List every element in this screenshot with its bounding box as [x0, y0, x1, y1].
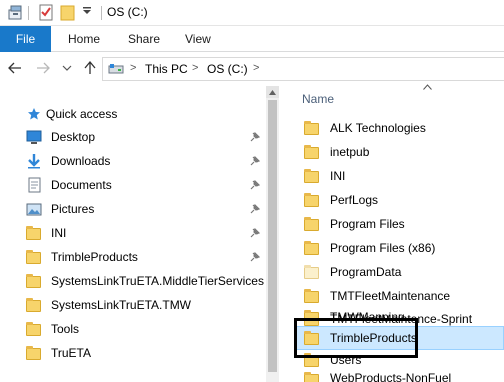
- properties-icon[interactable]: [8, 4, 24, 21]
- list-item[interactable]: PerfLogs: [296, 188, 504, 212]
- folder-icon: [304, 217, 320, 231]
- pin-icon[interactable]: [250, 251, 261, 262]
- navigation-pane: Quick access Desktop Downloads Documents…: [0, 86, 282, 382]
- folder-icon: [304, 241, 320, 255]
- list-item-label: TMTFleetMaintenance: [330, 289, 451, 303]
- quick-access-label: Quick access: [46, 107, 118, 121]
- folder-icon: [26, 297, 42, 313]
- annotation-highlight-box: [294, 318, 418, 358]
- nav-item-ini[interactable]: INI: [26, 222, 268, 244]
- nav-item-label: Downloads: [51, 154, 111, 168]
- new-folder-icon[interactable]: [60, 4, 76, 21]
- pictures-icon: [26, 201, 42, 217]
- ribbon-tabs: File Home Share View: [0, 26, 504, 52]
- desktop-icon: [26, 129, 42, 145]
- nav-item-label: TrimbleProducts: [51, 250, 138, 264]
- nav-item-label: Pictures: [51, 202, 95, 216]
- breadcrumb-separator: >: [130, 62, 137, 74]
- list-item-label: INI: [330, 169, 346, 183]
- list-item[interactable]: Program Files (x86): [296, 236, 504, 260]
- nav-item-label: SystemsLinkTruETA.TMW: [51, 298, 192, 312]
- title-bar: OS (C:): [0, 0, 504, 26]
- folder-icon: [304, 289, 320, 303]
- folder-icon: [26, 321, 42, 337]
- nav-item-tools[interactable]: Tools: [26, 318, 268, 340]
- tab-home[interactable]: Home: [68, 26, 100, 52]
- nav-item-trimbleproducts[interactable]: TrimbleProducts: [26, 246, 268, 268]
- back-arrow-icon[interactable]: [7, 60, 23, 76]
- breadcrumb-separator: >: [253, 62, 260, 74]
- tab-file[interactable]: File: [0, 26, 51, 52]
- nav-item-label: Desktop: [51, 130, 96, 144]
- star-icon: [27, 107, 41, 121]
- folder-icon: [26, 249, 42, 265]
- quick-access[interactable]: Quick access: [27, 107, 117, 121]
- list-item-label: Program Files (x86): [330, 241, 436, 255]
- list-item[interactable]: WebProducts-NonFuel: [296, 368, 504, 382]
- address-bar[interactable]: > This PC > OS (C:) >: [102, 57, 504, 81]
- tab-view[interactable]: View: [185, 26, 211, 52]
- nav-item-label: INI: [51, 226, 67, 240]
- tab-share[interactable]: Share: [128, 26, 160, 52]
- folder-icon: [26, 225, 42, 241]
- list-item-label: inetpub: [330, 145, 370, 159]
- folder-icon: [26, 273, 42, 289]
- folder-icon: [304, 121, 320, 135]
- breadcrumb-separator: >: [192, 62, 199, 74]
- list-item-label: PerfLogs: [330, 193, 379, 207]
- nav-item-pictures[interactable]: Pictures: [26, 198, 268, 220]
- nav-item-downloads[interactable]: Downloads: [26, 150, 268, 172]
- nav-item-desktop[interactable]: Desktop: [26, 126, 268, 148]
- download-icon: [26, 153, 42, 169]
- breadcrumb-os-c[interactable]: OS (C:): [207, 62, 248, 76]
- list-item[interactable]: ProgramData: [296, 260, 504, 284]
- folder-icon: [26, 345, 42, 361]
- list-item[interactable]: TMTFleetMaintenance: [296, 284, 504, 308]
- pin-icon[interactable]: [250, 131, 261, 142]
- window-title: OS (C:): [107, 5, 148, 19]
- pin-icon[interactable]: [250, 227, 261, 238]
- recent-locations-chevron-icon[interactable]: [59, 60, 75, 76]
- forward-arrow-icon[interactable]: [35, 60, 51, 76]
- pin-icon[interactable]: [250, 155, 261, 166]
- scroll-thumb[interactable]: [268, 100, 277, 372]
- folder-icon: [304, 193, 320, 207]
- breadcrumb-this-pc[interactable]: This PC: [145, 62, 188, 76]
- pin-icon[interactable]: [250, 179, 261, 190]
- list-item[interactable]: inetpub: [296, 140, 504, 164]
- nav-item-systemslinktrueta-tmw[interactable]: SystemsLinkTruETA.TMW: [26, 294, 268, 316]
- list-item-label: ProgramData: [330, 265, 402, 279]
- nav-item-label: TruETA: [51, 346, 92, 360]
- list-item[interactable]: ALK Technologies: [296, 116, 504, 140]
- folder-icon: [304, 368, 320, 382]
- up-arrow-icon[interactable]: [82, 60, 98, 76]
- hidden-folder-icon: [304, 265, 320, 279]
- nav-item-label: SystemsLinkTruETA.MiddleTierServices: [51, 274, 264, 288]
- list-item[interactable]: INI: [296, 164, 504, 188]
- folder-icon: [304, 169, 320, 183]
- column-header-name[interactable]: Name: [302, 92, 334, 106]
- properties-checklist-icon[interactable]: [38, 4, 54, 21]
- nav-item-label: Tools: [51, 322, 80, 336]
- drive-icon: [108, 63, 124, 78]
- nav-item-label: Documents: [51, 178, 112, 192]
- list-item-label: ALK Technologies: [330, 121, 426, 135]
- customize-quick-access-icon[interactable]: [82, 6, 98, 23]
- folder-icon: [304, 145, 320, 159]
- toolbar-divider: [28, 6, 29, 20]
- documents-icon: [26, 177, 42, 193]
- navigation-scrollbar[interactable]: [266, 86, 279, 382]
- nav-item-documents[interactable]: Documents: [26, 174, 268, 196]
- list-item-label: Program Files: [330, 217, 405, 231]
- list-item[interactable]: Program Files: [296, 212, 504, 236]
- pin-icon[interactable]: [250, 203, 261, 214]
- list-item-label: WebProducts-NonFuel: [330, 371, 452, 382]
- scroll-up-arrow-icon[interactable]: [266, 86, 279, 98]
- sort-ascending-icon: [423, 82, 432, 92]
- address-row: > This PC > OS (C:) >: [0, 52, 504, 86]
- title-divider: [101, 6, 102, 20]
- nav-item-systemslinktrueta-middletierservices[interactable]: SystemsLinkTruETA.MiddleTierServices: [26, 270, 268, 292]
- nav-item-trueta[interactable]: TruETA: [26, 342, 268, 364]
